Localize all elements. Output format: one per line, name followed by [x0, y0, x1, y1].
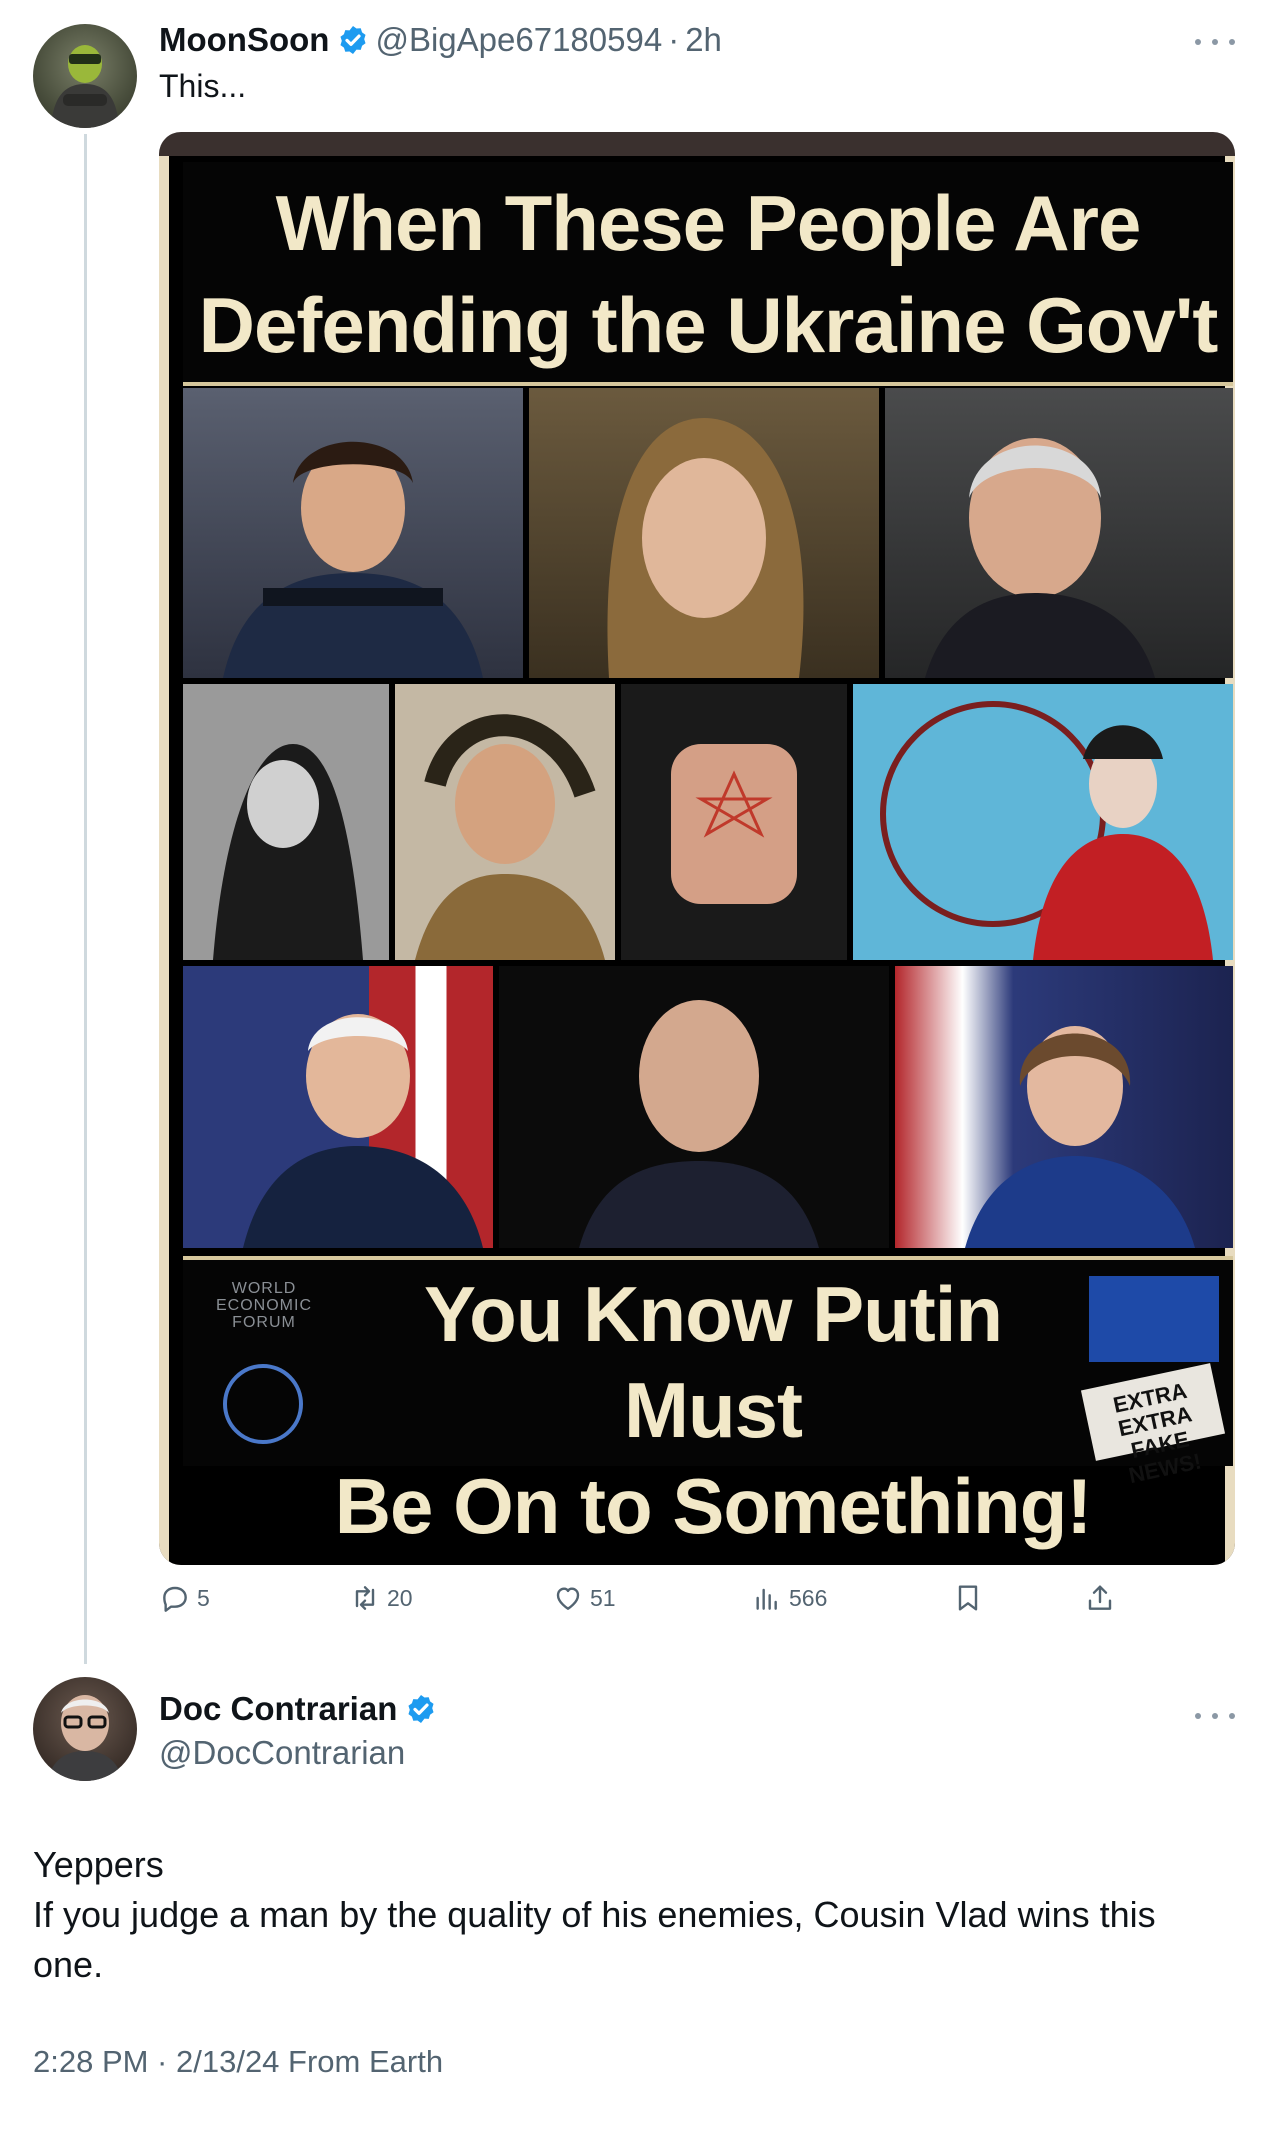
avatar[interactable] — [33, 24, 137, 128]
meme-subtitle-line-2: Be On to Something! — [334, 1462, 1093, 1550]
reply-button[interactable]: 5 — [159, 1582, 210, 1614]
tweet-text-line: Yeppers — [33, 1844, 164, 1885]
avatar-figure — [51, 45, 119, 128]
meme-bottom-band: WORLD ECONOMIC FORUM You Know Putin Must… — [183, 1256, 1233, 1550]
portrait — [415, 714, 605, 960]
meme-subtitle-line-1: You Know Putin Must — [423, 1270, 1003, 1454]
photo-cell — [395, 684, 615, 960]
verified-badge-icon — [408, 1695, 434, 1723]
photo-cell — [499, 966, 889, 1248]
post-timestamp[interactable]: 2:28 PM · 2/13/24 From Earth — [33, 2044, 443, 2080]
tweet-actions: 5 20 51 566 — [159, 1582, 1139, 1622]
portrait — [607, 418, 804, 678]
un-logo-icon — [223, 1364, 303, 1444]
meme-photo-grid — [183, 388, 1233, 1248]
tweet-text: This... — [159, 68, 247, 104]
photo-cell — [183, 966, 493, 1248]
retweet-button[interactable]: 20 — [349, 1582, 413, 1614]
wef-logo: WORLD ECONOMIC FORUM — [199, 1280, 329, 1331]
portrait — [243, 1014, 483, 1248]
views-button[interactable]: 566 — [751, 1582, 827, 1614]
author-name[interactable]: Doc Contrarian — [159, 1690, 397, 1728]
author-handle[interactable]: @DocContrarian — [159, 1734, 443, 1772]
portrait — [223, 441, 483, 678]
photo-cell — [895, 966, 1233, 1248]
separator: · — [668, 21, 680, 58]
verified-badge-icon — [340, 26, 366, 54]
meme-top-band: When These People Are Defending the Ukra… — [183, 162, 1233, 386]
tweet-text: Yeppers If you judge a man by the qualit… — [33, 1840, 1243, 1990]
portrait — [213, 744, 363, 960]
retweet-icon — [355, 1586, 375, 1610]
photo-cell — [183, 388, 523, 678]
meme-image: When These People Are Defending the Ukra… — [159, 156, 1235, 1565]
photo-cell — [885, 388, 1233, 678]
reply-count: 5 — [197, 1584, 210, 1611]
author-name[interactable]: MoonSoon — [159, 21, 329, 59]
photo-cell — [183, 684, 389, 960]
eu-flag-icon — [1089, 1276, 1219, 1362]
like-button[interactable]: 51 — [552, 1582, 616, 1614]
share-button[interactable] — [1084, 1582, 1122, 1614]
meme-title: When These People Are Defending the Ukra… — [183, 162, 1233, 376]
tweet-header: MoonSoon @BigApe67180594 · 2h — [159, 18, 722, 62]
bookmark-button[interactable] — [952, 1582, 990, 1614]
post-time[interactable]: 2h — [685, 21, 722, 59]
tweet-header: Doc Contrarian @DocContrarian — [159, 1690, 443, 1772]
avatar[interactable] — [33, 1677, 137, 1781]
like-icon — [556, 1587, 580, 1610]
meme-background: When These People Are Defending the Ukra… — [169, 156, 1233, 1565]
reply-icon — [163, 1586, 187, 1612]
bookmark-icon — [958, 1585, 978, 1611]
wef-logo-line: FORUM — [232, 1314, 296, 1331]
portrait — [925, 438, 1155, 678]
like-count: 51 — [590, 1584, 616, 1611]
photo-cell — [529, 388, 879, 678]
wef-logo-line: ECONOMIC — [216, 1297, 312, 1314]
meme-title-line-1: When These People Are — [275, 179, 1142, 267]
tweet-text-line: one. — [33, 1944, 104, 1985]
tweet-image[interactable]: When These People Are Defending the Ukra… — [159, 132, 1235, 1565]
portrait — [671, 744, 797, 904]
retweet-count: 20 — [387, 1584, 413, 1611]
views-icon — [756, 1588, 777, 1610]
avatar-figure — [47, 1695, 123, 1781]
more-icon[interactable] — [1195, 1704, 1235, 1728]
photo-cell — [621, 684, 847, 960]
photo-cell — [853, 684, 1233, 960]
wef-logo-line: WORLD — [231, 1280, 297, 1297]
more-icon[interactable] — [1195, 30, 1235, 54]
meme-subtitle: You Know Putin Must Be On to Something! — [333, 1260, 1093, 1554]
portrait — [965, 1026, 1195, 1248]
tweet-text-line: If you judge a man by the quality of his… — [33, 1894, 1156, 1935]
views-count: 566 — [789, 1584, 828, 1611]
thread-line — [84, 134, 87, 1664]
meme-title-line-2: Defending the Ukraine Gov't — [198, 281, 1219, 369]
author-handle[interactable]: @BigApe67180594 — [375, 21, 662, 59]
share-icon — [1088, 1585, 1112, 1610]
fake-news-icon: EXTRA EXTRA FAKE NEWS! — [1080, 1363, 1226, 1488]
portrait — [880, 701, 1213, 960]
portrait — [579, 1000, 819, 1248]
